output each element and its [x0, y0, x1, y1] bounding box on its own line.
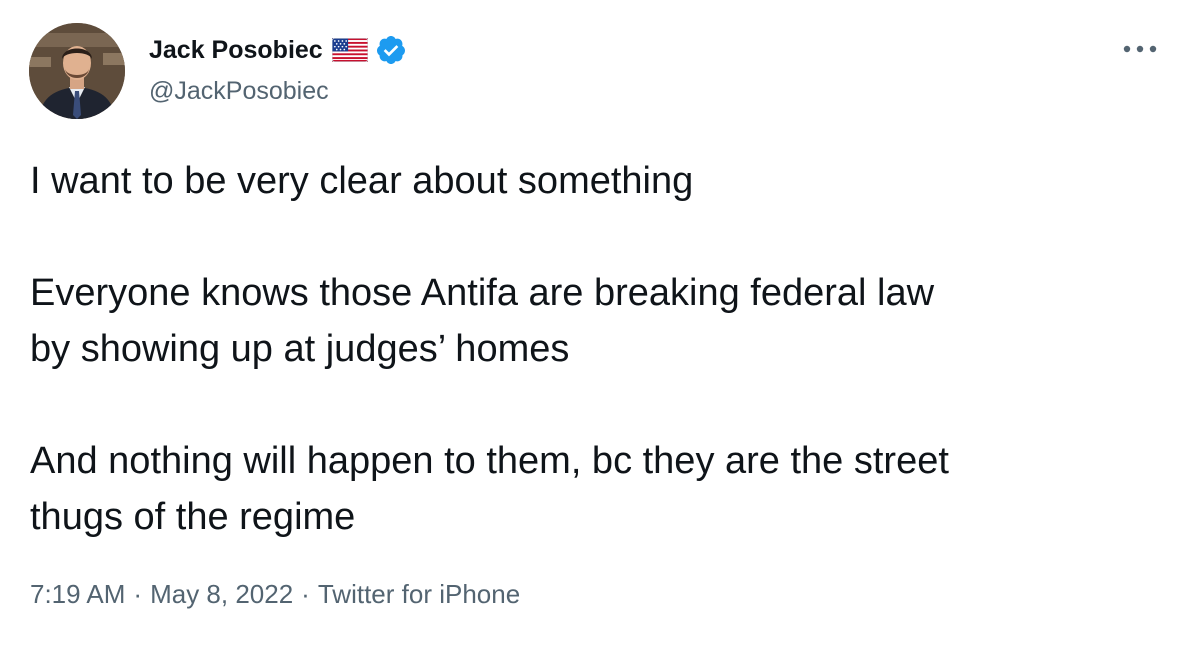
- us-flag-icon: [331, 38, 368, 62]
- tweet-time[interactable]: 7:19 AM: [30, 579, 125, 610]
- tweet-line: And nothing will happen to them, bc they…: [30, 440, 949, 482]
- meta-separator: ·: [301, 579, 310, 609]
- tweet-line-break: [30, 377, 1170, 433]
- tweet-source[interactable]: Twitter for iPhone: [318, 579, 520, 610]
- more-options-button[interactable]: [1118, 34, 1162, 64]
- tweet-line: I want to be very clear about something: [30, 160, 694, 202]
- verified-badge-icon: [376, 36, 405, 64]
- meta-separator: ·: [133, 579, 143, 609]
- tweet-text: I want to be very clear about something …: [30, 153, 1170, 545]
- tweet-line: by showing up at judges’ homes: [30, 328, 570, 370]
- more-options-icon: [1123, 45, 1157, 53]
- tweet-line-break: [30, 209, 1170, 265]
- author-name-row: Jack Posobiec: [149, 33, 407, 67]
- author-handle[interactable]: @JackPosobiec: [149, 77, 329, 106]
- tweet-metadata: 7:19 AM · May 8, 2022 · Twitter for iPho…: [30, 579, 520, 610]
- tweet-date[interactable]: May 8, 2022: [150, 579, 293, 610]
- avatar-image: [29, 23, 125, 119]
- tweet-line: Everyone knows those Antifa are breaking…: [30, 272, 935, 314]
- tweet-card: Jack Posobiec @JackPosobiec I want to be…: [0, 0, 1194, 646]
- avatar[interactable]: [29, 23, 125, 119]
- tweet-line: thugs of the regime: [30, 496, 356, 538]
- author-display-name[interactable]: Jack Posobiec: [149, 36, 323, 65]
